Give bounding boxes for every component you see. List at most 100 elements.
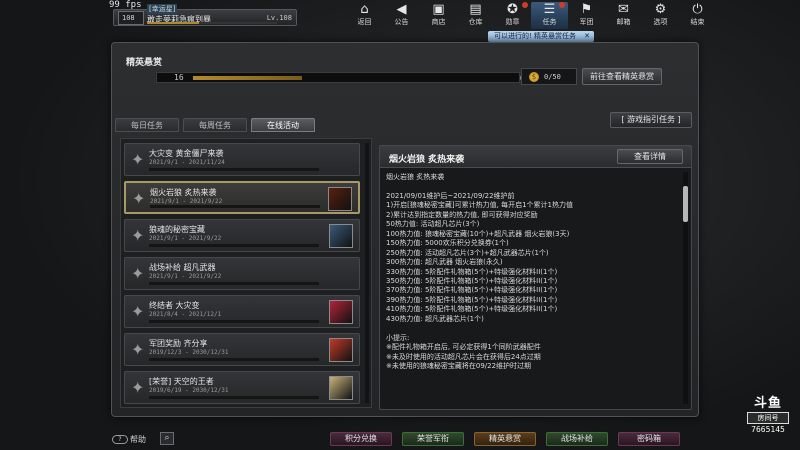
soldier-icon: ✦ bbox=[131, 150, 145, 169]
list-item[interactable]: ✦ 大灾变 黄金僵尸来袭 2021/9/1 - 2021/11/24 bbox=[124, 143, 360, 176]
soldier-icon: ✦ bbox=[131, 340, 145, 359]
tab-2[interactable]: 在线活动 bbox=[251, 118, 315, 132]
search-icon[interactable]: ⌕ bbox=[160, 432, 174, 445]
progress-start: 16 bbox=[174, 73, 184, 82]
list-item[interactable]: ✦ 终结者 大灾变 2021/8/4 - 2021/12/1 bbox=[124, 295, 360, 328]
event-date: 2019/12/3 - 2030/12/31 bbox=[149, 349, 229, 356]
player-card[interactable]: 108 [幸运星] 敢走夢莉急瘋到暴 Lv.108 bbox=[113, 4, 297, 26]
detail-line: 小提示: bbox=[386, 333, 410, 342]
detail-line: 50热力值: 活动超凡芯片(3个) bbox=[386, 220, 480, 229]
detail-title: 烟火岩狼 炙热来袭 bbox=[389, 155, 465, 165]
event-name: [荣誉] 天空的王者 bbox=[149, 377, 214, 386]
event-date: 2021/9/1 - 2021/9/22 bbox=[149, 235, 222, 242]
event-progress bbox=[149, 358, 319, 361]
detail-line: 390热力值: 5阶配件礼物箱(5个)+特级强化材料II(1个) bbox=[386, 295, 558, 304]
detail-line: 350热力值: 5阶配件礼物箱(5个)+特级强化材料II(1个) bbox=[386, 276, 558, 285]
home-icon: ⌂ bbox=[360, 2, 369, 17]
nav-clan[interactable]: ⚑ 军团 bbox=[568, 2, 605, 29]
list-item[interactable]: ✦ 狼魂的秘密宝藏 2021/9/1 - 2021/9/22 bbox=[124, 219, 360, 252]
detail-line: ※未及时使用的活动超凡芯片会在获得后24点过期 bbox=[386, 352, 541, 361]
event-progress bbox=[149, 396, 319, 399]
store-icon: ▣ bbox=[432, 2, 445, 17]
detail-line: 烟火岩狼 炙热来袭 bbox=[386, 173, 445, 181]
detail-line: 100热力值: 狼魂秘密宝藏(10个)+超凡武器 烟火岩狼(3天) bbox=[386, 229, 570, 238]
list-item[interactable]: ✦ 战场补给 超凡武器 2021/9/1 - 2021/9/22 bbox=[124, 257, 360, 290]
help-button[interactable]: ? 帮助 bbox=[112, 434, 146, 445]
nav-gear[interactable]: ⚙ 选项 bbox=[642, 2, 679, 29]
close-icon[interactable]: ✕ bbox=[584, 31, 590, 42]
help-icon: ? bbox=[112, 435, 128, 444]
nav-task[interactable]: ☰ 任务 bbox=[531, 2, 568, 29]
nav-label: 勋章 bbox=[505, 18, 520, 26]
event-name: 狼魂的秘密宝藏 bbox=[149, 225, 205, 234]
player-level-badge: 108 bbox=[118, 11, 144, 25]
event-panel: 精英悬赏 16 ▸ 17 $ 0/50 前往查看精英悬赏 每日任务每周任务在线活… bbox=[111, 42, 699, 417]
event-list: ✦ 大灾变 黄金僵尸来袭 2021/9/1 - 2021/11/24 ✦ 烟火岩狼 炙热… bbox=[120, 138, 372, 408]
detail-line bbox=[386, 324, 676, 333]
bottom-nav-button[interactable]: 荣誉军衔 bbox=[402, 432, 464, 446]
watermark: 斗鱼 房间号 7665145 bbox=[744, 392, 792, 434]
elite-progress-bar: 16 ▸ 17 bbox=[156, 72, 537, 83]
event-progress bbox=[149, 282, 319, 285]
detail-scrollbar[interactable] bbox=[683, 172, 688, 404]
bottom-nav-button[interactable]: 密码箱 bbox=[618, 432, 680, 446]
event-thumbnail bbox=[329, 300, 353, 324]
detail-line bbox=[386, 182, 676, 191]
nav-label: 商店 bbox=[431, 18, 446, 26]
watermark-number: 7665145 bbox=[751, 425, 785, 434]
tab-1[interactable]: 每周任务 bbox=[183, 118, 247, 132]
tab-bar: 每日任务 每周任务 在线活动 bbox=[115, 118, 315, 132]
event-date: 2021/9/1 - 2021/11/24 bbox=[149, 159, 225, 166]
nav-label: 结束 bbox=[690, 18, 705, 26]
detail-line: 2)累计达到指定数量的热力值, 即可获得对应奖励 bbox=[386, 210, 538, 219]
notice-banner[interactable]: 可以进行的! 精英悬赏任务 ✕ bbox=[488, 31, 594, 42]
nav-label: 返回 bbox=[357, 18, 372, 26]
nav-speaker[interactable]: ◀ 公告 bbox=[383, 2, 420, 29]
nav-label: 邮箱 bbox=[616, 18, 631, 26]
bottom-nav-button[interactable]: 战场补给 bbox=[546, 432, 608, 446]
bottom-nav: 积分兑换 荣誉军衔 精英悬赏 战场补给 密码箱 bbox=[330, 432, 680, 446]
elite-title: 精英悬赏 bbox=[126, 58, 163, 68]
nav-home[interactable]: ⌂ 返回 bbox=[346, 2, 383, 29]
notice-text: 可以进行的! 精英悬赏任务 bbox=[494, 32, 577, 40]
coin-value: 0/50 bbox=[544, 73, 561, 81]
soldier-icon: ✦ bbox=[131, 378, 145, 397]
bottom-nav-button[interactable]: 积分兑换 bbox=[330, 432, 392, 446]
guide-task-button[interactable]: [ 游戏指引任务 ] bbox=[610, 112, 692, 128]
detail-line: 370热力值: 5阶配件礼物箱(5个)+特级强化材料II(1个) bbox=[386, 286, 558, 295]
event-progress bbox=[149, 168, 319, 171]
detail-header: 烟火岩狼 炙热来袭 查看详情 bbox=[380, 146, 691, 168]
tab-0[interactable]: 每日任务 bbox=[115, 118, 179, 132]
coin-icon: $ bbox=[529, 72, 539, 82]
list-scrollbar[interactable] bbox=[365, 143, 369, 403]
nav-inventory[interactable]: ▤ 仓库 bbox=[457, 2, 494, 29]
list-item[interactable]: ✦ 军团奖励 齐分享 2019/12/3 - 2030/12/31 bbox=[124, 333, 360, 366]
goto-elite-button[interactable]: 前往查看精英悬赏 bbox=[582, 68, 662, 85]
event-date: 2019/6/19 - 2030/12/31 bbox=[149, 387, 229, 394]
event-thumbnail bbox=[329, 224, 353, 248]
detail-body: 烟火岩狼 炙热来袭 2021/09/01维护后~2021/09/22维护前 1)开… bbox=[386, 173, 676, 372]
event-progress bbox=[149, 244, 319, 247]
soldier-icon: ✦ bbox=[131, 226, 145, 245]
list-item[interactable]: ✦ 烟火岩狼 炙热来袭 2021/9/1 - 2021/9/22 bbox=[124, 181, 360, 214]
event-progress bbox=[150, 205, 320, 208]
soldier-icon: ✦ bbox=[132, 189, 146, 208]
event-name: 终结者 大灾变 bbox=[149, 301, 200, 310]
nav-store[interactable]: ▣ 商店 bbox=[420, 2, 457, 29]
mail-icon: ✉ bbox=[618, 2, 629, 17]
view-details-button[interactable]: 查看详情 bbox=[617, 149, 683, 164]
nav-power[interactable]: ⏻ 结束 bbox=[679, 2, 716, 29]
nav-medal[interactable]: ✪ 勋章 bbox=[494, 2, 531, 29]
nav-mail[interactable]: ✉ 邮箱 bbox=[605, 2, 642, 29]
nav-label: 仓库 bbox=[468, 18, 483, 26]
detail-line: 250热力值: 活动超凡芯片(3个)+超凡武器芯片(1个) bbox=[386, 248, 549, 257]
detail-line: 410热力值: 5阶配件礼物箱(5个)+特级强化材料II(1个) bbox=[386, 305, 558, 314]
coin-counter: $ 0/50 bbox=[521, 68, 577, 85]
event-thumbnail bbox=[329, 376, 353, 400]
detail-line: ※未使用的狼魂秘密宝藏将在09/22维护时过期 bbox=[386, 362, 532, 371]
power-icon: ⏻ bbox=[692, 2, 703, 17]
list-item[interactable]: ✦ [荣誉] 天空的王者 2019/6/19 - 2030/12/31 bbox=[124, 371, 360, 404]
event-date: 2021/9/1 - 2021/9/22 bbox=[149, 273, 222, 280]
bottom-nav-button[interactable]: 精英悬赏 bbox=[474, 432, 536, 446]
clan-icon: ⚑ bbox=[580, 2, 593, 17]
